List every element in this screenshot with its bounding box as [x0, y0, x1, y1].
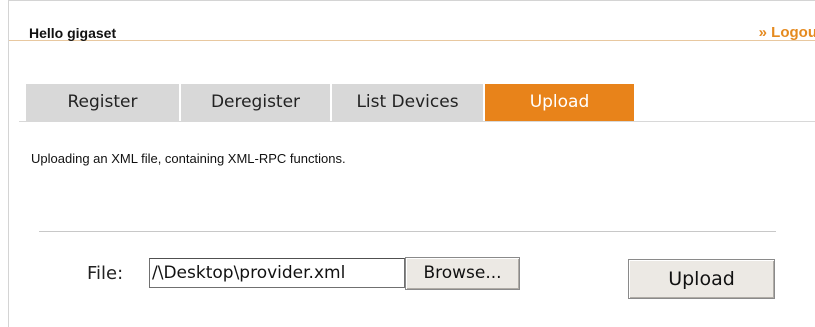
- logout-link[interactable]: » Logout: [759, 24, 815, 41]
- file-label: File:: [87, 263, 124, 284]
- tab-list-devices[interactable]: List Devices: [332, 84, 483, 121]
- tab-underline: [19, 121, 815, 122]
- tab-deregister[interactable]: Deregister: [181, 84, 330, 121]
- browse-button[interactable]: Browse...: [405, 257, 520, 290]
- main-panel: Hello gigaset » Logout Register Deregist…: [8, 0, 815, 327]
- tab-upload[interactable]: Upload: [485, 84, 634, 121]
- file-path-value: /\Desktop\provider.xml: [152, 263, 346, 283]
- tab-register[interactable]: Register: [26, 84, 179, 121]
- greeting-text: Hello gigaset: [29, 25, 117, 41]
- header-bar: Hello gigaset » Logout: [9, 1, 815, 41]
- section-divider: [39, 231, 776, 232]
- tab-bar: Register Deregister List Devices Upload: [26, 84, 636, 121]
- upload-button[interactable]: Upload: [628, 259, 775, 299]
- upload-description: Uploading an XML file, containing XML-RP…: [31, 151, 346, 166]
- file-path-input[interactable]: /\Desktop\provider.xml: [149, 258, 405, 288]
